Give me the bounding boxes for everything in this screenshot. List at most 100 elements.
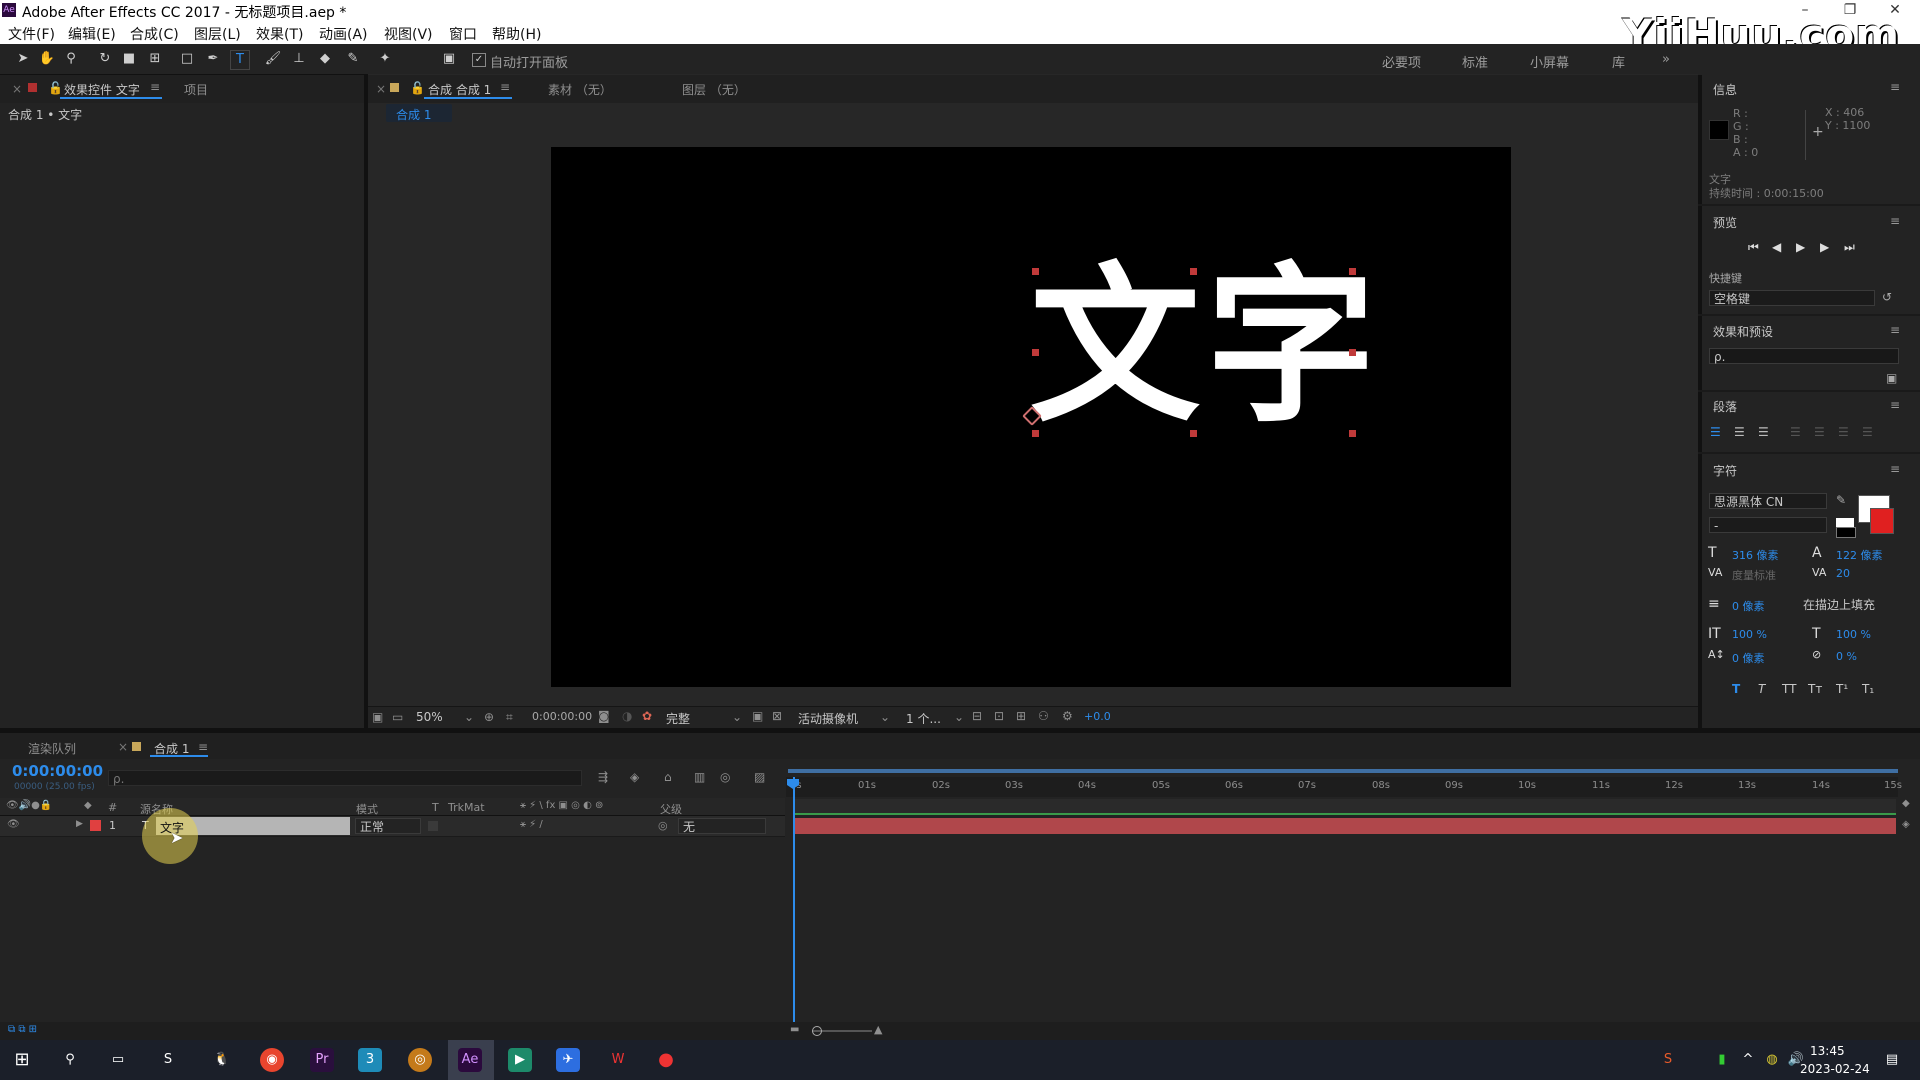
text-layer-preview[interactable]: 文字 — [1030, 262, 1382, 432]
after-effects-icon[interactable]: Ae — [458, 1048, 482, 1072]
align-left-icon[interactable]: ☰ — [1710, 425, 1721, 439]
tab-footage[interactable]: 素材 （无） — [548, 81, 612, 98]
justify-center-icon[interactable]: ☰ — [1814, 425, 1825, 439]
vertical-scale-value[interactable]: 100 % — [1732, 628, 1767, 641]
faux-italic-button[interactable]: T — [1758, 682, 1765, 696]
start-button-icon[interactable]: ⊞ — [10, 1048, 34, 1072]
align-icon[interactable]: ▣ — [440, 50, 458, 68]
pan-behind-tool-icon[interactable]: ⊞ — [146, 50, 164, 68]
safe-zones-icon[interactable]: ⊕ — [484, 710, 494, 724]
prev-frame-icon[interactable]: ◀ — [1772, 240, 1781, 254]
tab-menu-icon[interactable]: ≡ — [150, 80, 160, 94]
transform-handle-ml[interactable] — [1032, 349, 1039, 356]
menu-edit[interactable]: 编辑(E) — [68, 24, 116, 44]
zoom-dropdown-icon[interactable]: ⌄ — [464, 710, 474, 724]
taskbar-time[interactable]: 13:45 — [1810, 1044, 1845, 1058]
pickwhip-icon[interactable]: ◎ — [658, 819, 668, 832]
menu-view[interactable]: 视图(V) — [384, 24, 433, 44]
transform-handle-br[interactable] — [1349, 430, 1356, 437]
zoom-in-icon[interactable]: ▲ — [874, 1023, 882, 1036]
play-icon[interactable]: ▶ — [1796, 240, 1805, 254]
font-family-select[interactable]: 思源黑体 CN — [1709, 493, 1827, 509]
superscript-button[interactable]: T¹ — [1836, 682, 1848, 696]
viewer-tab-menu-icon[interactable]: ≡ — [500, 80, 510, 94]
browser-icon[interactable]: ◎ — [408, 1048, 432, 1072]
camera-select[interactable]: 活动摄像机 — [798, 710, 858, 727]
resolution-select[interactable]: 完整 — [666, 710, 690, 727]
camera-tool-icon[interactable]: ■ — [120, 50, 138, 68]
layer-end-keyframe-icon[interactable]: ◈ — [1902, 819, 1910, 830]
display-icon[interactable]: ▭ — [392, 710, 403, 724]
layer-expand-icon[interactable]: ▶ — [76, 819, 83, 829]
layer-switches-icon[interactable]: ⚹ ⚡ / — [520, 819, 543, 830]
next-frame-icon[interactable]: ▶ — [1820, 240, 1829, 254]
rectangle-tool-icon[interactable]: □ — [178, 50, 196, 68]
exposure-value[interactable]: +0.0 — [1084, 710, 1111, 723]
transform-handle-bc[interactable] — [1190, 430, 1197, 437]
zoom-tool-icon[interactable]: ⚲ — [62, 50, 80, 68]
notification-center-icon[interactable]: ▤ — [1880, 1048, 1904, 1072]
views-select[interactable]: 1 个... — [906, 710, 941, 727]
type-tool-icon[interactable]: T — [230, 50, 250, 70]
info-menu-icon[interactable]: ≡ — [1890, 80, 1900, 94]
draft-3d-icon[interactable]: ◈ — [630, 770, 639, 784]
preserve-transparency-toggle[interactable] — [428, 821, 438, 831]
rotate-tool-icon[interactable]: ↻ — [96, 50, 114, 68]
selection-tool-icon[interactable]: ➤ — [14, 50, 32, 68]
tray-battery-icon[interactable]: ▮ — [1710, 1048, 1734, 1072]
app-3-icon[interactable]: 3 — [358, 1048, 382, 1072]
close-tab-icon[interactable]: × — [12, 82, 22, 96]
workspace-libraries[interactable]: 库 — [1612, 52, 1625, 71]
lock-icon[interactable]: 🔓 — [48, 81, 63, 95]
stroke-color-swatch[interactable] — [1870, 508, 1894, 534]
time-ruler[interactable] — [786, 777, 1898, 797]
hand-tool-icon[interactable]: ✋ — [38, 50, 56, 68]
task-view-icon[interactable]: ▭ — [106, 1048, 130, 1072]
motion-blur-icon[interactable]: ◎ — [720, 770, 730, 784]
work-area-range[interactable] — [788, 769, 1898, 773]
color-channel-icon[interactable]: ✿ — [642, 709, 652, 723]
transform-handle-tl[interactable] — [1032, 268, 1039, 275]
toggle-pixel-aspect-icon[interactable]: ⊟ — [972, 709, 982, 723]
tab-effect-controls[interactable]: 效果控件 文字 — [64, 81, 140, 98]
timeline-timecode[interactable]: 0:00:00:00 — [12, 762, 103, 780]
tab-layer[interactable]: 图层 （无） — [682, 81, 746, 98]
menu-layer[interactable]: 图层(L) — [194, 24, 241, 44]
transform-handle-bl[interactable] — [1032, 430, 1039, 437]
wps-icon[interactable]: W — [606, 1048, 630, 1072]
effects-search-input[interactable]: ρ. — [1709, 348, 1899, 364]
horizontal-scale-value[interactable]: 100 % — [1836, 628, 1871, 641]
font-style-select[interactable]: - — [1709, 517, 1827, 533]
leading-value[interactable]: 122 像素 — [1836, 547, 1883, 563]
workspace-standard[interactable]: 标准 — [1462, 52, 1488, 71]
tab-project[interactable]: 项目 — [184, 81, 208, 98]
timeline-search-input[interactable]: ρ. — [108, 770, 582, 786]
justify-all-icon[interactable]: ☰ — [1862, 425, 1873, 439]
timeline-end-marker-icon[interactable]: ◆ — [1902, 798, 1910, 809]
reset-shortcut-icon[interactable]: ↺ — [1882, 290, 1892, 304]
last-frame-icon[interactable]: ⏭ — [1844, 240, 1855, 255]
character-menu-icon[interactable]: ≡ — [1890, 462, 1900, 476]
mask-visibility-icon[interactable]: ⌗ — [506, 710, 513, 725]
media-encoder-icon[interactable]: ▶ — [508, 1048, 532, 1072]
justify-right-icon[interactable]: ☰ — [1838, 425, 1849, 439]
tracking-value[interactable]: 20 — [1836, 567, 1850, 580]
all-caps-button[interactable]: TT — [1782, 682, 1796, 696]
workspace-small-screen[interactable]: 小屏幕 — [1530, 52, 1569, 71]
stroke-width-value[interactable]: 0 像素 — [1732, 598, 1765, 614]
region-of-interest-icon[interactable]: ▣ — [752, 709, 763, 723]
baseline-shift-value[interactable]: 0 像素 — [1732, 650, 1765, 666]
show-snapshot-icon[interactable]: ◑ — [622, 709, 632, 723]
fast-previews-icon[interactable]: ⊡ — [994, 709, 1004, 723]
default-colors-icon-2[interactable] — [1836, 527, 1856, 538]
reset-exposure-icon[interactable]: ⚙ — [1062, 709, 1073, 723]
default-colors-icon[interactable] — [1836, 518, 1854, 527]
zoom-select[interactable]: 50% — [416, 710, 443, 724]
snapshot-icon[interactable]: ◙ — [598, 709, 610, 723]
layer-parent-select[interactable]: 无 — [678, 818, 766, 834]
align-center-icon[interactable]: ☰ — [1734, 425, 1745, 439]
subscript-button[interactable]: T₁ — [1862, 682, 1874, 696]
clone-stamp-tool-icon[interactable]: ⊥ — [290, 50, 308, 68]
brush-tool-icon[interactable]: 🖌 — [264, 50, 282, 68]
tab-render-queue[interactable]: 渲染队列 — [28, 740, 76, 757]
